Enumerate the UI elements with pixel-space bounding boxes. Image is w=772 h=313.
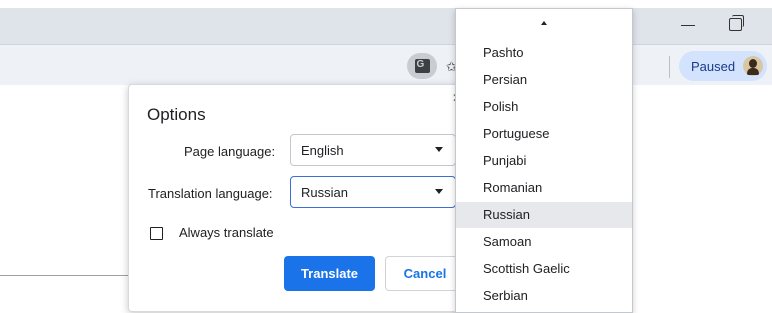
language-option[interactable]: Polish: [456, 94, 632, 120]
language-option[interactable]: Romanian: [456, 175, 632, 201]
avatar: [743, 56, 763, 76]
page-divider: [0, 275, 128, 276]
translate-glyph-icon: [414, 59, 430, 73]
minimize-icon[interactable]: [681, 25, 695, 26]
paused-label: Paused: [691, 59, 736, 74]
translate-button[interactable]: Translate: [284, 256, 375, 291]
chevron-down-icon: [435, 147, 443, 152]
page-language-select[interactable]: English: [290, 134, 456, 166]
page-language-value: English: [301, 143, 344, 158]
chevron-down-icon: [435, 189, 443, 194]
language-option[interactable]: Scottish Gaelic: [456, 256, 632, 282]
language-option[interactable]: Persian: [456, 67, 632, 93]
title-bar: [0, 8, 772, 44]
translate-options-dialog: Options ✕ Page language: English Transla…: [128, 84, 470, 312]
language-option[interactable]: Portuguese: [456, 121, 632, 147]
toolbar-divider: [669, 56, 670, 78]
browser-toolbar: [0, 44, 772, 85]
translation-language-value: Russian: [301, 185, 348, 200]
translation-language-label: Translation language:: [148, 186, 273, 201]
cancel-button[interactable]: Cancel: [385, 256, 465, 291]
page-language-label: Page language:: [184, 144, 276, 159]
language-option[interactable]: Samoan: [456, 229, 632, 255]
always-translate-checkbox[interactable]: [150, 227, 163, 240]
language-option[interactable]: Serbian: [456, 283, 632, 309]
translate-icon[interactable]: [407, 53, 437, 79]
language-dropdown-list[interactable]: Pashto Persian Polish Portuguese Punjabi Roma…: [455, 8, 633, 313]
always-translate-label[interactable]: Always translate: [179, 225, 274, 240]
restore-icon[interactable]: [729, 15, 744, 31]
language-option[interactable]: Russian: [456, 202, 632, 228]
profile-paused-chip[interactable]: Paused: [679, 51, 767, 81]
translation-language-select[interactable]: Russian: [290, 176, 456, 208]
scroll-up-arrow-icon[interactable]: [541, 21, 547, 25]
language-option[interactable]: Punjabi: [456, 148, 632, 174]
dialog-title: Options: [147, 105, 206, 124]
language-option[interactable]: Pashto: [456, 40, 632, 66]
